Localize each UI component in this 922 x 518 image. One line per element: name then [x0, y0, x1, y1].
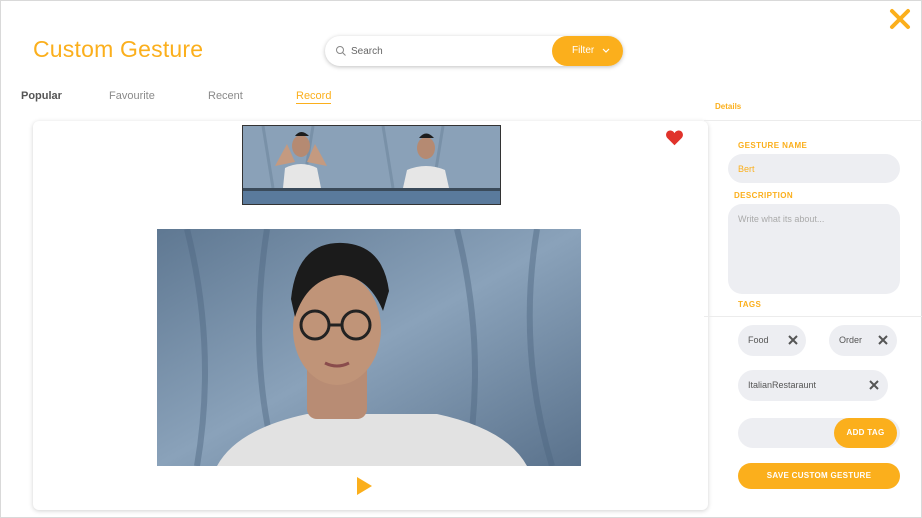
tab-recent[interactable]: Recent [208, 90, 243, 102]
tag-chip: Food [738, 325, 806, 356]
search-icon [336, 46, 346, 56]
chevron-down-icon [602, 48, 610, 53]
video-frame-image [157, 229, 581, 466]
page-title: Custom Gesture [33, 36, 204, 62]
close-icon[interactable] [787, 334, 799, 346]
heart-icon[interactable] [665, 129, 684, 146]
tag-label: ItalianRestaraunt [748, 380, 817, 390]
gesture-name-label: GESTURE NAME [738, 141, 808, 150]
filter-button-label: Filter [572, 45, 595, 56]
tab-record[interactable]: Record [296, 90, 332, 104]
close-icon[interactable] [868, 379, 880, 391]
play-icon[interactable] [356, 476, 373, 496]
tag-chip: Order [829, 325, 897, 356]
description-input[interactable] [728, 204, 900, 294]
search-input[interactable] [351, 42, 551, 60]
add-tag-button[interactable]: ADD TAG [834, 418, 897, 448]
thumbnail-image [243, 126, 500, 204]
tags-label: TAGS [738, 300, 762, 309]
close-icon[interactable] [888, 7, 912, 31]
details-section-label: Details [715, 102, 742, 111]
tag-label: Food [748, 335, 769, 345]
gesture-thumbnail-strip[interactable] [242, 125, 501, 205]
close-icon[interactable] [877, 334, 889, 346]
tag-chip: ItalianRestaraunt [738, 370, 888, 401]
details-divider [704, 120, 922, 121]
tab-favourite[interactable]: Favourite [109, 90, 155, 102]
gesture-name-input[interactable] [728, 154, 900, 183]
filter-button[interactable]: Filter [552, 36, 623, 66]
description-label: DESCRIPTION [734, 191, 794, 200]
search-bar: Filter [325, 36, 623, 66]
video-preview[interactable] [157, 229, 581, 466]
tab-popular[interactable]: Popular [21, 90, 62, 102]
tag-label: Order [839, 335, 863, 345]
tags-divider [704, 316, 922, 317]
save-custom-gesture-button[interactable]: SAVE CUSTOM GESTURE [738, 463, 900, 489]
